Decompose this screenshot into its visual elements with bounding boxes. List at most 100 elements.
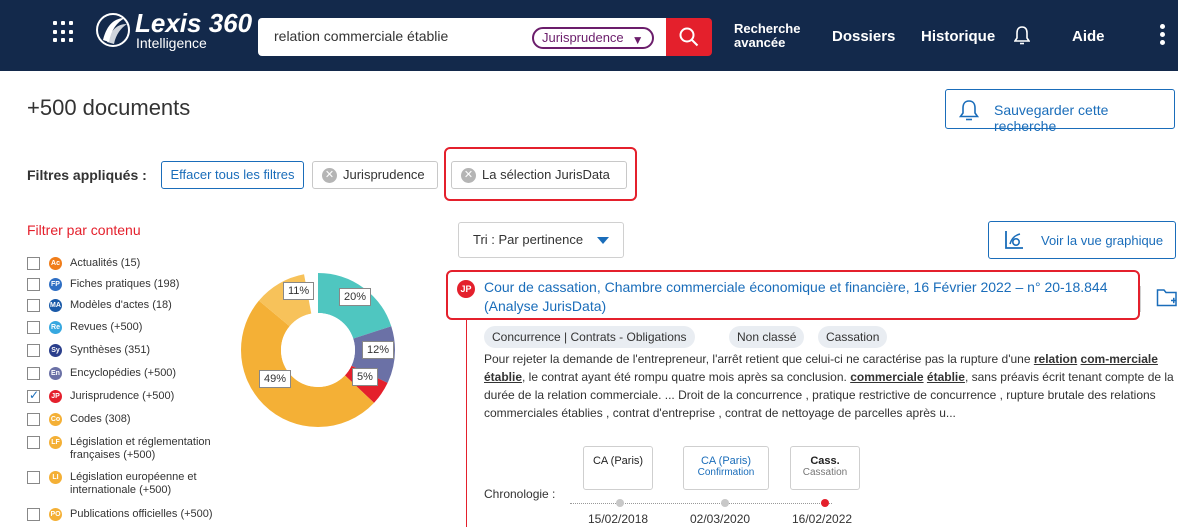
donut-label: 20% [339, 288, 372, 306]
snippet-highlight: établie [926, 370, 965, 384]
logo-subtitle: Intelligence [136, 35, 207, 51]
result-tag: Concurrence | Contrats - Obligations [484, 326, 695, 348]
category-badge-icon: Co [49, 413, 62, 426]
chronology-date: 15/02/2018 [588, 512, 649, 526]
donut-label: 49% [259, 370, 292, 388]
facet-label: Fiches pratiques (198) [70, 278, 180, 290]
search-scope-label: Jurisprudence [542, 30, 624, 45]
add-to-folder-icon[interactable] [1156, 286, 1178, 308]
category-badge-icon: Re [49, 321, 62, 334]
logo-title: Lexis 360 [135, 8, 253, 38]
close-icon[interactable]: ✕ [461, 168, 476, 183]
nav-advanced-search-line2: avancée [734, 35, 786, 50]
caret-down-icon [597, 237, 609, 244]
search-icon [679, 27, 699, 47]
result-title-link[interactable]: Cour de cassation, Chambre commerciale é… [484, 278, 1124, 316]
divider [1140, 286, 1141, 312]
result-tag: Cassation [818, 326, 888, 348]
chronology-event[interactable]: Cass. Cassation [790, 446, 860, 490]
snippet-highlight: relation [1033, 352, 1078, 366]
save-search-button[interactable]: Sauvegarder cette recherche [945, 89, 1175, 134]
category-badge-icon: LI [49, 471, 62, 484]
category-badge-icon: PO [49, 508, 62, 521]
snippet-highlight: établie [484, 370, 523, 384]
chronology-decision-type: Confirmation [697, 467, 755, 478]
filter-chip-label: La sélection JurisData [482, 167, 610, 182]
checkbox[interactable] [27, 257, 40, 270]
chronology-court: CA (Paris) [592, 455, 644, 467]
snippet-highlight: com-merciale [1080, 352, 1158, 366]
category-badge-icon: MA [49, 299, 62, 312]
checkbox[interactable] [27, 436, 40, 449]
category-badge-icon: JP [49, 390, 62, 403]
clear-all-filters-button[interactable]: Effacer tous les filtres [161, 161, 304, 189]
nav-aide[interactable]: Aide [1072, 28, 1105, 45]
facet-label: Actualités (15) [70, 257, 141, 269]
graph-view-button[interactable]: Voir la vue graphique [988, 221, 1176, 259]
checkbox[interactable] [27, 321, 40, 334]
nav-advanced-search[interactable]: Recherche avancée [734, 22, 800, 50]
bell-icon[interactable] [1014, 26, 1030, 45]
applied-filters-label: Filtres appliqués : [27, 167, 147, 183]
chronology-court: Cass. [810, 455, 840, 467]
filter-chip-label: Jurisprudence [343, 167, 425, 182]
chronology-event[interactable]: CA (Paris) Confirmation [683, 446, 769, 490]
facet-label-line2: internationale (+500) [70, 484, 172, 496]
facet-label: Codes (308) [70, 413, 131, 425]
result-accent-rule [466, 318, 467, 527]
nav-dossiers[interactable]: Dossiers [832, 28, 895, 45]
search-scope-dropdown[interactable]: Jurisprudence ▼ [532, 27, 654, 49]
result-tag: Non classé [729, 326, 805, 348]
content-filter-heading: Filtrer par contenu [27, 222, 141, 238]
save-search-label: Sauvegarder cette recherche [994, 102, 1109, 134]
facet-label: Législation et réglementation françaises … [70, 436, 211, 462]
close-icon[interactable]: ✕ [322, 168, 337, 183]
checkbox[interactable] [27, 508, 40, 521]
checkbox[interactable] [27, 471, 40, 484]
facet-label: Jurisprudence (+500) [70, 390, 175, 402]
checkbox[interactable] [27, 413, 40, 426]
snippet-text: Pour rejeter la demande de l'entrepreneu… [484, 352, 1034, 366]
apps-grid-icon[interactable] [53, 21, 75, 43]
more-vertical-icon[interactable] [1160, 24, 1166, 46]
top-navigation-bar: Lexis 360 Intelligence Jurisprudence ▼ R… [0, 0, 1178, 71]
chronology-date: 02/03/2020 [690, 512, 751, 526]
donut-label: 11% [283, 282, 315, 300]
chronology-label: Chronologie : [484, 487, 556, 501]
facet-label: Modèles d'actes (18) [70, 299, 172, 311]
donut-label: 12% [362, 341, 395, 359]
chronology-dot [616, 499, 624, 507]
checkbox[interactable] [27, 367, 40, 380]
checkbox[interactable] [27, 299, 40, 312]
facet-label: Revues (+500) [70, 321, 143, 333]
checkbox[interactable] [27, 278, 40, 291]
donut-label: 5% [352, 368, 378, 386]
snippet-highlight: commerciale [850, 370, 924, 384]
facet-label-line1: Législation et réglementation [70, 436, 211, 448]
sort-dropdown[interactable]: Tri : Par pertinence [458, 222, 624, 258]
facet-label: Législation européenne et internationale … [70, 471, 197, 497]
nav-historique[interactable]: Historique [921, 28, 995, 45]
filter-chip-jurisprudence[interactable]: ✕ Jurisprudence [312, 161, 438, 189]
nav-advanced-search-line1: Recherche [734, 21, 801, 36]
chronology-timeline [570, 503, 832, 504]
search-bar: Jurisprudence ▼ [258, 18, 666, 56]
chevron-down-icon: ▼ [631, 33, 644, 47]
chronology-decision-type: Cassation [802, 467, 848, 478]
chronology-dot [721, 499, 729, 507]
search-button[interactable] [666, 18, 712, 56]
snippet-text: , le contrat ayant été rompu quatre mois… [522, 370, 851, 384]
category-badge-icon: LF [49, 436, 62, 449]
result-snippet: Pour rejeter la demande de l'entrepreneu… [484, 350, 1174, 422]
chronology-event[interactable]: CA (Paris) [583, 446, 653, 490]
filter-chip-selection-jurisdata[interactable]: ✕ La sélection JurisData [451, 161, 627, 189]
sort-label: Tri : Par pertinence [473, 232, 584, 247]
search-input[interactable] [274, 28, 524, 44]
chronology-dot-current [821, 499, 829, 507]
facet-label-line1: Législation européenne et [70, 471, 197, 483]
checkbox[interactable] [27, 344, 40, 357]
chronology-court: CA (Paris) [700, 455, 752, 467]
bell-icon [958, 100, 980, 121]
checkbox-checked[interactable] [27, 388, 40, 403]
chronology-date: 16/02/2022 [792, 512, 853, 526]
